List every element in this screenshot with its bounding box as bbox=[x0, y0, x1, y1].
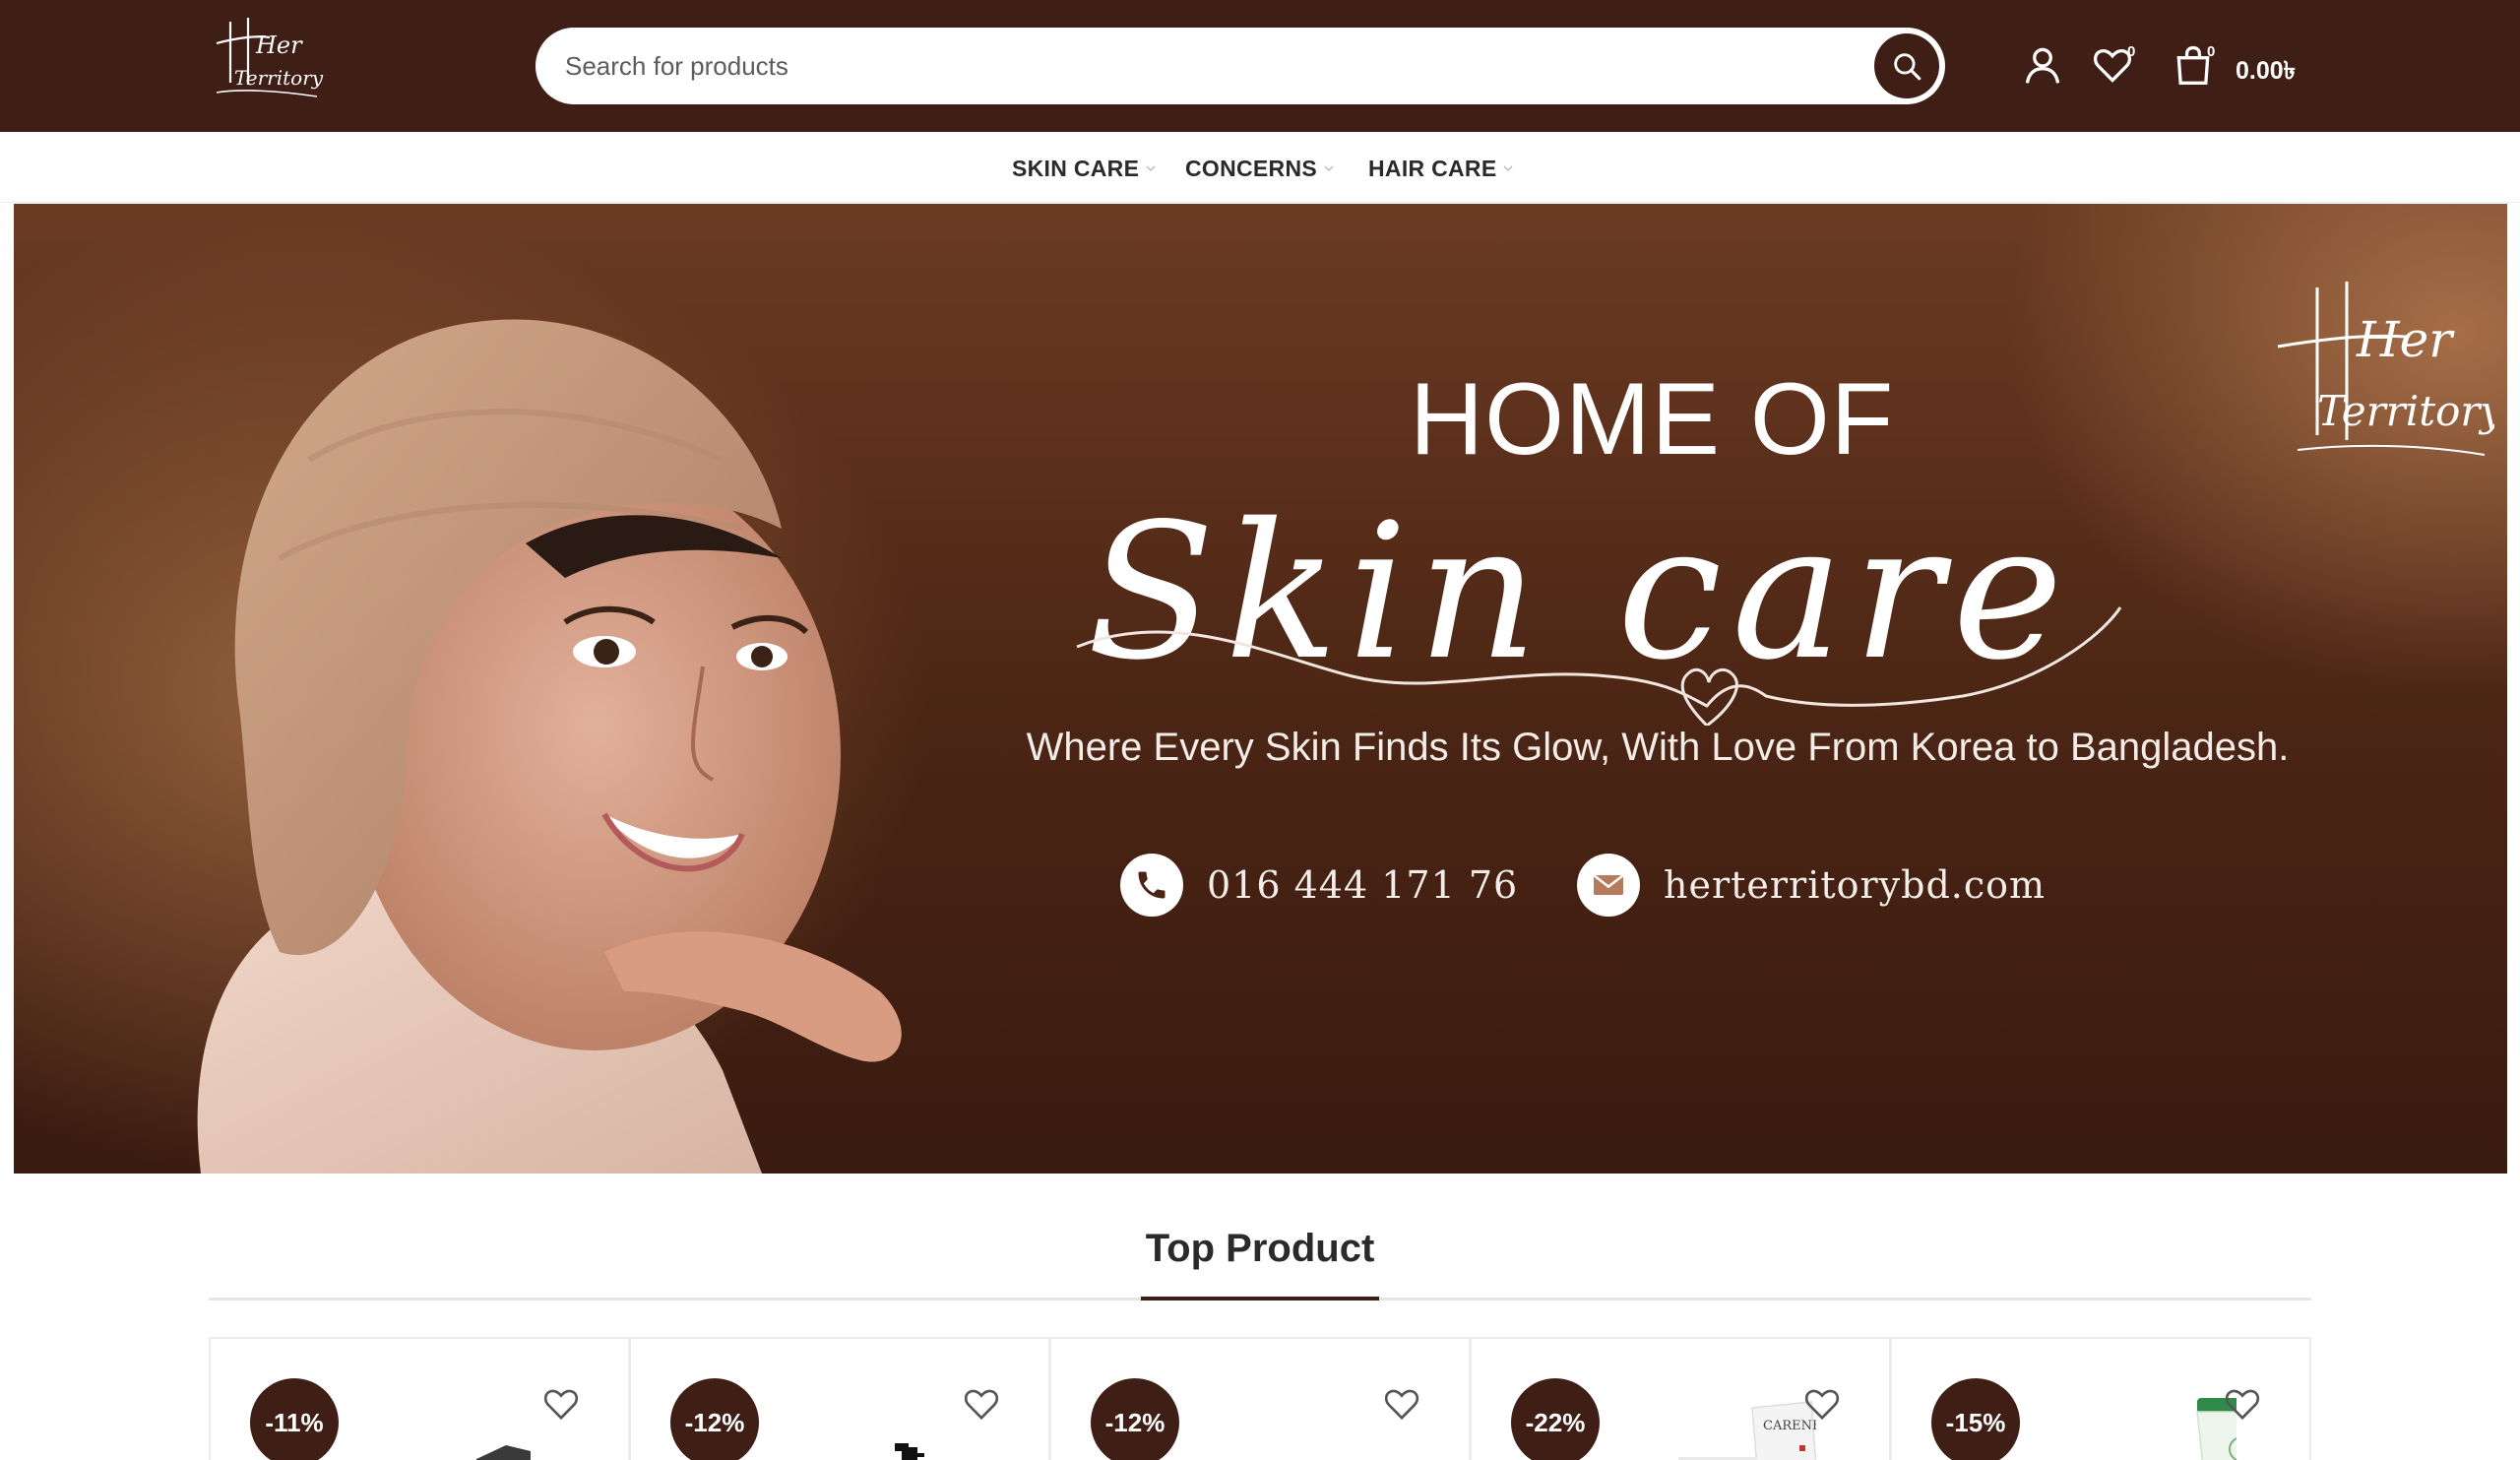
cart-total[interactable]: 0.00৳ bbox=[2236, 51, 2296, 94]
wishlist-heart-icon[interactable] bbox=[2223, 1384, 2262, 1424]
nav-item-label: HAIR CARE bbox=[1368, 155, 1497, 181]
envelope-icon bbox=[1593, 874, 1624, 895]
product-card[interactable]: -22% CARENEL bbox=[1470, 1337, 1891, 1460]
phone-icon bbox=[1138, 871, 1166, 899]
hero-banner[interactable]: Her Territory HOME OF Skin care Where Ev… bbox=[14, 204, 2507, 1174]
search-input[interactable] bbox=[565, 28, 1845, 104]
nav-item-hair-care[interactable]: HAIR CARE bbox=[1368, 154, 1514, 183]
product-image[interactable] bbox=[2040, 1388, 2236, 1460]
hero-logo-text-top: Her bbox=[2356, 311, 2455, 368]
hero-model-image bbox=[197, 319, 902, 1174]
product-image[interactable] bbox=[779, 1388, 976, 1460]
nav-item-concerns[interactable]: CONCERNS bbox=[1185, 154, 1335, 183]
discount-badge: -15% bbox=[1931, 1378, 2020, 1460]
search-icon bbox=[1894, 53, 1922, 81]
search-button[interactable] bbox=[1874, 33, 1939, 98]
phone-icon-circle bbox=[1120, 854, 1183, 917]
product-image[interactable]: CARENEL bbox=[1619, 1388, 1816, 1460]
chevron-down-icon bbox=[1324, 165, 1334, 172]
hero-logo-text-bottom: Territory bbox=[2317, 387, 2494, 435]
wishlist-heart-icon[interactable] bbox=[962, 1384, 1001, 1424]
section-title-top-product[interactable]: Top Product bbox=[0, 1227, 2520, 1271]
wishlist-heart-icon[interactable] bbox=[1382, 1384, 1421, 1424]
nav-item-label: SKIN CARE bbox=[1012, 155, 1140, 181]
hero-phone-contact: 016 444 171 76 bbox=[1120, 854, 1518, 917]
search-bar bbox=[536, 28, 1945, 104]
product-card[interactable]: -15% bbox=[1890, 1337, 2311, 1460]
discount-badge: -12% bbox=[670, 1378, 759, 1460]
product-grid: -11% -12% -12% -22% CARENEL bbox=[209, 1337, 2311, 1460]
product-card[interactable]: -11% bbox=[209, 1337, 630, 1460]
wishlist-count-badge: 0 bbox=[2127, 43, 2136, 60]
hero-phone-number: 016 444 171 76 bbox=[1207, 863, 1519, 907]
discount-badge: -22% bbox=[1511, 1378, 1600, 1460]
active-tab-underline bbox=[1141, 1297, 1379, 1301]
product-card[interactable]: -12% bbox=[1049, 1337, 1471, 1460]
chevron-down-icon bbox=[1503, 165, 1514, 172]
logo-text-bottom: Territory bbox=[234, 66, 324, 90]
hero-title-home-of: HOME OF bbox=[1410, 362, 1895, 476]
product-image[interactable] bbox=[358, 1388, 555, 1460]
nav-item-skin-care[interactable]: SKIN CARE bbox=[1012, 154, 1157, 183]
top-header: Her Territory 0 0 0.00৳ bbox=[0, 0, 2520, 132]
product-card[interactable]: -12% bbox=[629, 1337, 1050, 1460]
cart-count-badge: 0 bbox=[2207, 43, 2216, 60]
main-nav: SKIN CARE CONCERNS HAIR CARE bbox=[0, 132, 2520, 203]
chevron-down-icon bbox=[1146, 165, 1156, 172]
hero-website-url: herterritorybd.com bbox=[1664, 863, 2047, 907]
account-icon[interactable] bbox=[2021, 43, 2064, 87]
hero-tagline: Where Every Skin Finds Its Glow, With Lo… bbox=[1026, 726, 2290, 769]
logo-text-top: Her bbox=[255, 32, 303, 59]
discount-badge: -12% bbox=[1091, 1378, 1179, 1460]
hero-website-contact: herterritorybd.com bbox=[1577, 854, 2046, 917]
her-territory-logo[interactable]: Her Territory bbox=[209, 14, 327, 104]
nav-item-label: CONCERNS bbox=[1185, 155, 1318, 181]
discount-badge: -11% bbox=[250, 1378, 339, 1460]
hero-brand-logo: Her Territory bbox=[2277, 282, 2494, 456]
wishlist-heart-icon[interactable] bbox=[1802, 1384, 1842, 1424]
heart-swirl-decoration bbox=[1076, 606, 2122, 726]
wishlist-heart-icon[interactable] bbox=[541, 1384, 581, 1424]
email-icon-circle bbox=[1577, 854, 1640, 917]
